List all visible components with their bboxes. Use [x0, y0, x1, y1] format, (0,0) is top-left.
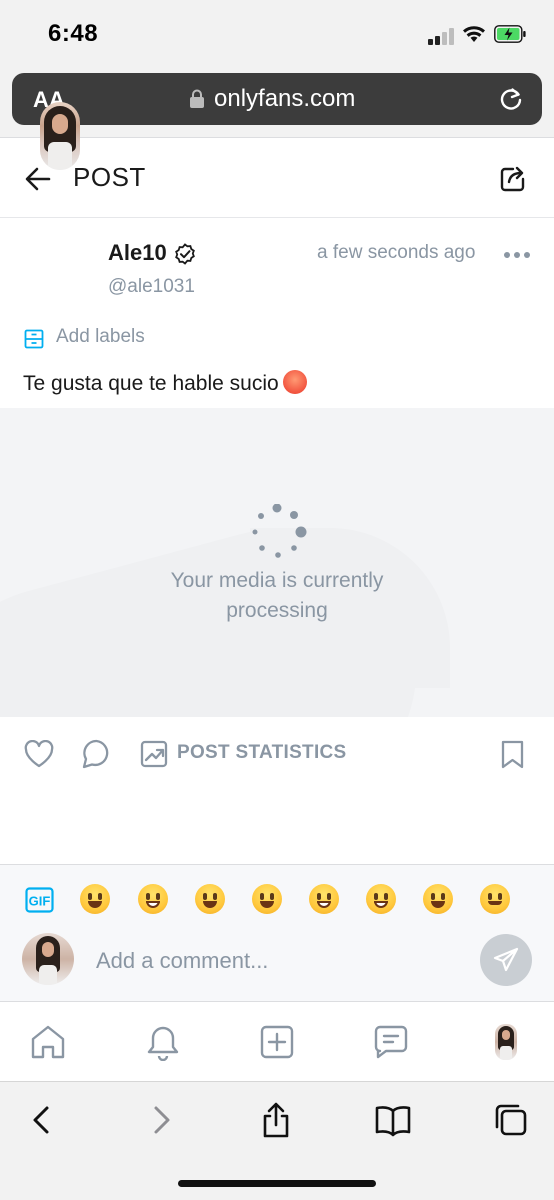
- author-name[interactable]: Ale10: [108, 240, 167, 266]
- forward-chevron-icon[interactable]: [143, 1102, 179, 1138]
- notifications-bell-icon[interactable]: [144, 1023, 182, 1061]
- home-icon[interactable]: [29, 1023, 67, 1061]
- post-text-content: Te gusta que te hable sucio: [23, 372, 279, 395]
- status-time: 6:48: [48, 20, 99, 47]
- beaming-face-emoji-icon[interactable]: [138, 884, 168, 914]
- messages-icon[interactable]: [372, 1023, 410, 1061]
- home-indicator[interactable]: [178, 1180, 376, 1187]
- grinning-face-emoji-icon[interactable]: [80, 884, 110, 914]
- gif-label: GIF: [29, 894, 51, 909]
- status-bar: 6:48: [0, 0, 554, 68]
- verified-badge-icon: [175, 243, 195, 265]
- labels-drawer-icon[interactable]: [24, 329, 44, 349]
- share-icon[interactable]: [500, 164, 528, 192]
- author-handle[interactable]: @ale1031: [108, 276, 195, 298]
- post-text: Te gusta que te hable sucio: [23, 370, 307, 396]
- tabs-icon[interactable]: [493, 1102, 529, 1138]
- tears-of-joy-face-emoji-icon[interactable]: [195, 884, 225, 914]
- like-heart-icon[interactable]: [24, 740, 54, 768]
- sweat-smile-face-emoji-icon[interactable]: [366, 884, 396, 914]
- grinning-big-eyes-face-emoji-icon[interactable]: [252, 884, 282, 914]
- wifi-icon: [463, 26, 485, 42]
- page-title: POST: [73, 162, 146, 192]
- battery-charging-icon: [494, 25, 526, 43]
- url-text[interactable]: onlyfans.com: [214, 85, 355, 113]
- media-processing-placeholder: Your media is currently processing: [0, 408, 554, 717]
- bookmarks-book-icon[interactable]: [375, 1102, 411, 1138]
- bookmark-icon[interactable]: [500, 740, 525, 769]
- post-timestamp: a few seconds ago: [317, 242, 476, 263]
- app-bottom-nav: [0, 1001, 554, 1081]
- send-paper-plane-icon: [493, 947, 519, 972]
- comment-bubble-icon[interactable]: [82, 739, 111, 769]
- lock-icon: [190, 89, 204, 108]
- profile-avatar[interactable]: [495, 1024, 517, 1060]
- share-sheet-icon[interactable]: [258, 1102, 294, 1138]
- post-statistics-button[interactable]: POST STATISTICS: [177, 742, 347, 764]
- loading-spinner-icon: [252, 504, 307, 558]
- add-post-icon[interactable]: [258, 1023, 296, 1061]
- hot-face-emoji-icon: [282, 370, 307, 394]
- comment-input[interactable]: [96, 944, 466, 978]
- add-labels-link[interactable]: Add labels: [56, 326, 145, 348]
- more-options-icon[interactable]: [504, 252, 530, 258]
- gif-icon[interactable]: GIF: [25, 887, 54, 913]
- send-comment-button[interactable]: [480, 934, 532, 986]
- grinning-smiling-eyes-face-emoji-icon[interactable]: [309, 884, 339, 914]
- squinting-laugh-face-emoji-icon[interactable]: [423, 884, 453, 914]
- reload-icon[interactable]: [498, 85, 524, 113]
- my-avatar[interactable]: [22, 933, 74, 985]
- media-processing-text: Your media is currently processing: [170, 569, 384, 622]
- winking-face-emoji-icon[interactable]: [480, 884, 510, 914]
- cellular-signal-icon: [428, 27, 456, 45]
- comment-composer: [0, 864, 554, 1001]
- back-chevron-icon[interactable]: [24, 1102, 60, 1138]
- post-statistics-icon[interactable]: [140, 740, 168, 768]
- post-header: POST: [0, 138, 554, 218]
- author-avatar[interactable]: [40, 102, 80, 170]
- browser-address-bar[interactable]: AA onlyfans.com: [12, 73, 542, 125]
